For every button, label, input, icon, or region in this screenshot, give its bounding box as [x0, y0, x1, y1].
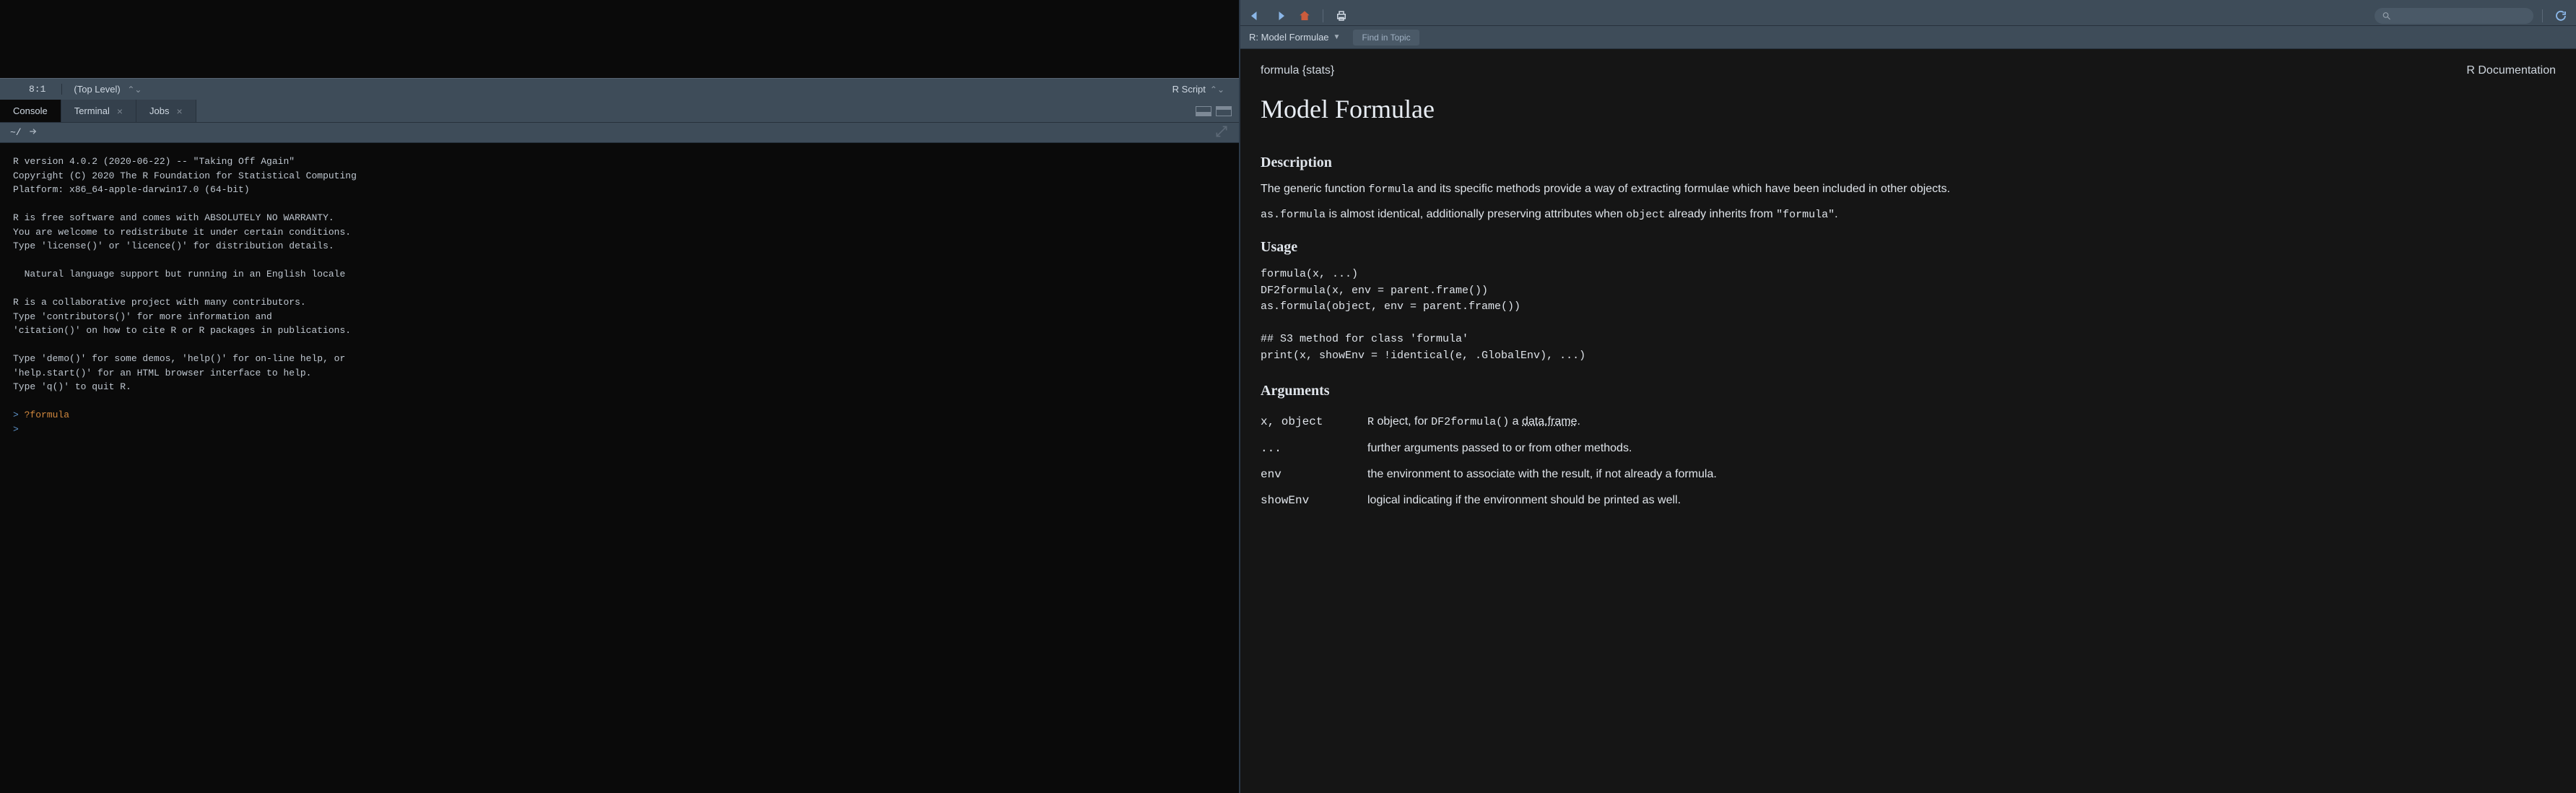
prompt: >	[13, 424, 19, 435]
find-placeholder: Find in Topic	[1362, 32, 1410, 43]
breadcrumb-label: R: Model Formulae	[1249, 32, 1329, 43]
argument-description: logical indicating if the environment sh…	[1367, 492, 2556, 509]
search-icon	[2382, 11, 2391, 21]
arguments-table: x, object R object, for DF2formula() a da…	[1261, 409, 2556, 514]
argument-row: showEnv logical indicating if the environ…	[1261, 488, 2556, 514]
argument-description: further arguments passed to or from othe…	[1367, 440, 2556, 457]
separator	[2542, 9, 2543, 22]
help-search-input[interactable]	[2391, 11, 2526, 21]
filetype-label: R Script	[1172, 84, 1206, 95]
filetype-picker[interactable]: R Script ⌃⌄	[1172, 84, 1239, 95]
description-para-1: The generic function formula and its spe…	[1261, 181, 2556, 199]
scope-label: (Top Level)	[74, 84, 120, 95]
doc-kind: R Documentation	[2466, 62, 2556, 79]
tab-label: Jobs	[149, 105, 169, 116]
tab-label: Terminal	[74, 105, 110, 116]
argument-description: the environment to associate with the re…	[1367, 466, 2556, 483]
source-editor[interactable]	[0, 0, 1239, 78]
scope-picker[interactable]: (Top Level) ⌃⌄	[62, 84, 153, 95]
help-toolbar	[1240, 6, 2576, 26]
argument-name: showEnv	[1261, 492, 1347, 509]
section-heading-usage: Usage	[1261, 223, 2556, 265]
console-path-bar: ~/	[0, 123, 1239, 143]
maximize-pane-icon[interactable]	[1216, 106, 1232, 116]
console-command: ?formula	[25, 410, 69, 420]
tab-console[interactable]: Console	[0, 100, 61, 122]
home-icon[interactable]	[1295, 8, 1314, 24]
chevron-updown-icon: ⌃⌄	[1210, 84, 1224, 95]
help-subbar: R: Model Formulae ▼ Find in Topic	[1240, 26, 2576, 49]
close-icon[interactable]: ×	[117, 105, 123, 117]
forward-icon[interactable]	[1271, 8, 1289, 24]
print-icon[interactable]	[1332, 8, 1351, 24]
argument-name: ...	[1261, 440, 1347, 457]
page-title: Model Formulae	[1261, 90, 2556, 139]
r-startup-text: R version 4.0.2 (2020-06-22) -- "Taking …	[13, 156, 357, 392]
close-icon[interactable]: ×	[176, 105, 182, 117]
minimize-pane-icon[interactable]	[1196, 106, 1211, 116]
cursor-position[interactable]: 8:1	[0, 84, 62, 95]
refresh-icon[interactable]	[2551, 8, 2570, 24]
argument-name: x, object	[1261, 413, 1347, 431]
help-pane: R: Model Formulae ▼ Find in Topic formul…	[1240, 0, 2576, 793]
find-in-topic[interactable]: Find in Topic	[1353, 30, 1419, 46]
argument-row: env the environment to associate with the…	[1261, 462, 2556, 488]
description-para-2: as.formula is almost identical, addition…	[1261, 199, 2556, 224]
link-data-frame[interactable]: data.frame	[1522, 415, 1577, 428]
console-tab-strip: Console Terminal × Jobs ×	[0, 100, 1239, 123]
help-search[interactable]	[2375, 8, 2533, 24]
tab-label: Console	[13, 105, 48, 116]
argument-row: x, object R object, for DF2formula() a da…	[1261, 409, 2556, 436]
argument-description: R object, for DF2formula() a data.frame.	[1367, 413, 2556, 431]
editor-status-bar: 8:1 (Top Level) ⌃⌄ R Script ⌃⌄	[0, 78, 1239, 100]
tab-jobs[interactable]: Jobs ×	[136, 100, 196, 122]
left-pane: 8:1 (Top Level) ⌃⌄ R Script ⌃⌄ Console Te…	[0, 0, 1240, 793]
section-heading-description: Description	[1261, 139, 2556, 181]
usage-block: formula(x, ...) DF2formula(x, env = pare…	[1261, 265, 2556, 367]
help-breadcrumb[interactable]: R: Model Formulae ▼	[1249, 32, 1340, 43]
clear-console-icon[interactable]	[1214, 124, 1229, 141]
back-icon[interactable]	[1246, 8, 1265, 24]
console-output[interactable]: R version 4.0.2 (2020-06-22) -- "Taking …	[0, 143, 1239, 793]
tab-terminal[interactable]: Terminal ×	[61, 100, 136, 122]
argument-row: ... further arguments passed to or from o…	[1261, 436, 2556, 462]
section-heading-arguments: Arguments	[1261, 367, 2556, 409]
help-document[interactable]: formula {stats} R Documentation Model Fo…	[1240, 49, 2576, 793]
help-pane-tabs	[1240, 0, 2576, 6]
working-directory[interactable]: ~/	[10, 127, 22, 138]
doc-package: formula {stats}	[1261, 62, 1334, 79]
chevron-updown-icon: ⌃⌄	[127, 84, 142, 95]
argument-name: env	[1261, 466, 1347, 483]
prompt: >	[13, 410, 19, 420]
chevron-down-icon: ▼	[1333, 33, 1341, 41]
goto-directory-icon[interactable]	[27, 126, 39, 139]
